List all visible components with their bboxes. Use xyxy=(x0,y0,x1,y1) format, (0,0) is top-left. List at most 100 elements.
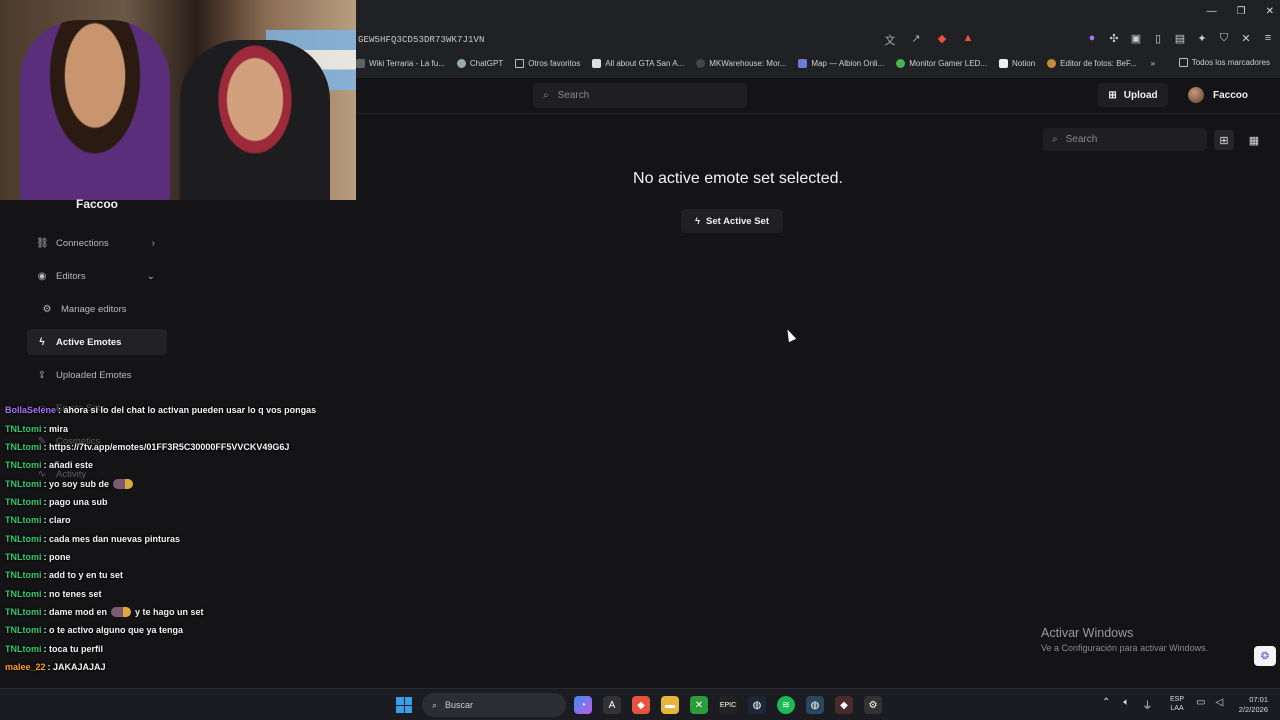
settings-app-icon[interactable]: ⚙ xyxy=(864,696,882,714)
bookmark-item[interactable]: Map — Albion Onli... xyxy=(798,58,884,68)
table-icon: ▦ xyxy=(1248,134,1260,147)
taskbar-clock[interactable]: 07:01 2/2/2026 xyxy=(1232,695,1268,715)
share-icon[interactable]: ↗ xyxy=(910,32,922,48)
copilot-icon[interactable]: ◔ xyxy=(574,696,592,714)
volume-icon[interactable]: 🔈︎ xyxy=(1123,697,1129,712)
chat-text: : add to y en tu set xyxy=(43,570,124,581)
user-circle-icon: ◉ xyxy=(37,270,47,282)
sidebar-item-connections[interactable]: ⛓ Connections › xyxy=(27,230,167,256)
address-bar[interactable]: GEW5HFQ3CD53DR73WK7J1VN xyxy=(356,30,976,50)
epic-games-icon[interactable]: EPIC xyxy=(719,696,737,714)
menu-icon[interactable]: ≡ xyxy=(1262,32,1274,45)
speaker-icon[interactable]: ◁ xyxy=(1215,697,1223,708)
windows-activation-title: Activar Windows xyxy=(1041,626,1134,640)
bookmarks-more-button[interactable]: » xyxy=(1151,59,1155,68)
chevron-down-icon: ⌄ xyxy=(146,270,155,282)
chat-text: : cada mes dan nuevas pinturas xyxy=(43,533,181,544)
bookmark-item[interactable]: Monitor Gamer LED... xyxy=(896,58,987,68)
list-view-button[interactable]: ▦ xyxy=(1244,130,1264,150)
minimize-icon[interactable]: — xyxy=(1207,6,1217,17)
window-controls: — ❐ ✕ xyxy=(1207,6,1274,17)
chat-username: TNLtomi xyxy=(5,588,42,599)
chat-message: TNLtomi: add to y en tu set xyxy=(5,566,355,584)
chat-username: TNLtomi xyxy=(5,570,42,581)
sidebar-item-active-emotes[interactable]: ϟ Active Emotes xyxy=(27,329,167,355)
chat-message: TNLtomi: https://7tv.app/emotes/01FF3R5C… xyxy=(5,438,355,456)
chat-text: : toca tu perfil xyxy=(43,643,104,654)
chat-text: : yo soy sub de xyxy=(43,478,110,489)
brave-rewards-icon[interactable]: ▲ xyxy=(962,32,974,48)
close-icon[interactable]: ✕ xyxy=(1266,6,1274,17)
webcam-overlay xyxy=(0,0,356,200)
spotify-icon[interactable]: ≋ xyxy=(777,696,795,714)
file-explorer-icon[interactable]: ▬ xyxy=(661,696,679,714)
system-tray-right: ▭ ◁ xyxy=(1196,697,1223,708)
bookmark-item[interactable]: Editor de fotos: BeF... xyxy=(1047,58,1137,68)
extension-icons: ● ✣ ▣ ▯ ▤ ✦ ⛉ ✕ ≡ xyxy=(1086,32,1274,45)
bookmark-item[interactable]: MKWarehouse: Mor... xyxy=(696,58,786,68)
bookmark-item[interactable]: Wiki Terraria - La fu... xyxy=(356,58,445,68)
brave-shield-icon[interactable]: ◆ xyxy=(936,32,948,48)
chat-username: TNLtomi xyxy=(5,551,42,562)
chevron-up-icon[interactable]: ⌃ xyxy=(1102,697,1110,712)
windows-start-icon[interactable] xyxy=(396,697,412,713)
chat-username: TNLtomi xyxy=(5,423,42,434)
all-bookmarks-button[interactable]: Todos los marcadores xyxy=(1178,58,1270,67)
grid-view-button[interactable]: ⊞ xyxy=(1214,130,1234,150)
taskbar-apps: ◔ A ◆ ▬ ✕ EPIC ◍ ≋ ◍ ◆ ⚙ xyxy=(574,696,882,714)
chat-message: BollaSelene: ahora si lo del chat lo act… xyxy=(5,401,355,419)
avatar xyxy=(1188,87,1204,103)
user-menu-button[interactable]: Faccoo xyxy=(1188,83,1248,107)
taskbar-search[interactable]: ⌕ Buscar xyxy=(422,693,566,717)
vpn-shield-icon[interactable]: ⛉ xyxy=(1218,32,1230,45)
chat-username: TNLtomi xyxy=(5,460,42,471)
chat-text: : https://7tv.app/emotes/01FF3R5C30000FF… xyxy=(43,441,290,452)
extension-box-icon[interactable]: ▣ xyxy=(1130,32,1142,45)
chat-message: TNLtomi: dame mod en y te hago un set xyxy=(5,603,355,621)
tools-icon[interactable]: ✕ xyxy=(1240,32,1252,45)
set-active-set-button[interactable]: ϟ Set Active Set xyxy=(681,209,783,233)
bookmark-item[interactable]: ChatGPT xyxy=(456,58,503,68)
chat-message: malee_22: JAKAJAJAJ xyxy=(5,658,355,676)
chat-text: : claro xyxy=(43,515,71,526)
header-search-input[interactable]: ⌕ Search xyxy=(533,83,747,108)
sidebar-toggle-icon[interactable]: ▯ xyxy=(1152,32,1164,45)
app-a-icon[interactable]: A xyxy=(603,696,621,714)
steam-icon[interactable]: ◍ xyxy=(748,696,766,714)
search-icon: ⌕ xyxy=(1052,134,1058,145)
chat-message: TNLtomi: pone xyxy=(5,548,355,566)
bolt-icon: ϟ xyxy=(39,336,45,348)
floating-extension-icon[interactable]: ❂ xyxy=(1254,646,1276,666)
brave-icon[interactable]: ◆ xyxy=(632,696,650,714)
wallet-icon[interactable]: ▤ xyxy=(1174,32,1186,45)
chat-message: TNLtomi: cada mes dan nuevas pinturas xyxy=(5,529,355,547)
upload-button[interactable]: ⊞ Upload xyxy=(1098,83,1168,107)
chat-username: TNLtomi xyxy=(5,606,42,617)
monitor-icon[interactable]: ▭ xyxy=(1196,697,1205,708)
browser-active-icon[interactable]: ◆ xyxy=(835,696,853,714)
restore-icon[interactable]: ❐ xyxy=(1237,6,1246,17)
sidebar-item-editors[interactable]: ◉ Editors ⌄ xyxy=(27,263,167,289)
emote-search-input[interactable]: ⌕ Search xyxy=(1043,128,1207,151)
xbox-icon[interactable]: ✕ xyxy=(690,696,708,714)
extension-puzzle-icon[interactable]: ✣ xyxy=(1108,32,1120,45)
sidebar-item-uploaded-emotes[interactable]: ⇪ Uploaded Emotes xyxy=(27,362,167,388)
bookmark-item[interactable]: All about GTA San A... xyxy=(592,58,684,68)
microphone-icon[interactable]: ⏚ xyxy=(1142,697,1152,712)
empty-state-message: No active emote set selected. xyxy=(633,170,843,187)
chat-text: : no tenes set xyxy=(43,588,102,599)
streamer-name: Faccoo xyxy=(75,197,118,211)
bolt-icon: ϟ xyxy=(694,215,700,227)
language-indicator[interactable]: ESP LAA xyxy=(1170,695,1184,713)
leo-ai-icon[interactable]: ✦ xyxy=(1196,32,1208,45)
chat-message: TNLtomi: toca tu perfil xyxy=(5,639,355,657)
extension-purple-icon[interactable]: ● xyxy=(1086,32,1098,45)
chat-message: TNLtomi: añadi este xyxy=(5,456,355,474)
steam-alt-icon[interactable]: ◍ xyxy=(806,696,824,714)
translate-icon[interactable]: 文 xyxy=(884,32,896,48)
sidebar-item-manage-editors[interactable]: ⚙ Manage editors xyxy=(27,296,167,322)
search-icon: ⌕ xyxy=(432,699,438,710)
bookmark-item[interactable]: Otros favoritos xyxy=(515,58,580,68)
bookmark-item[interactable]: Notion xyxy=(999,58,1035,68)
chat-username: TNLtomi xyxy=(5,496,42,507)
